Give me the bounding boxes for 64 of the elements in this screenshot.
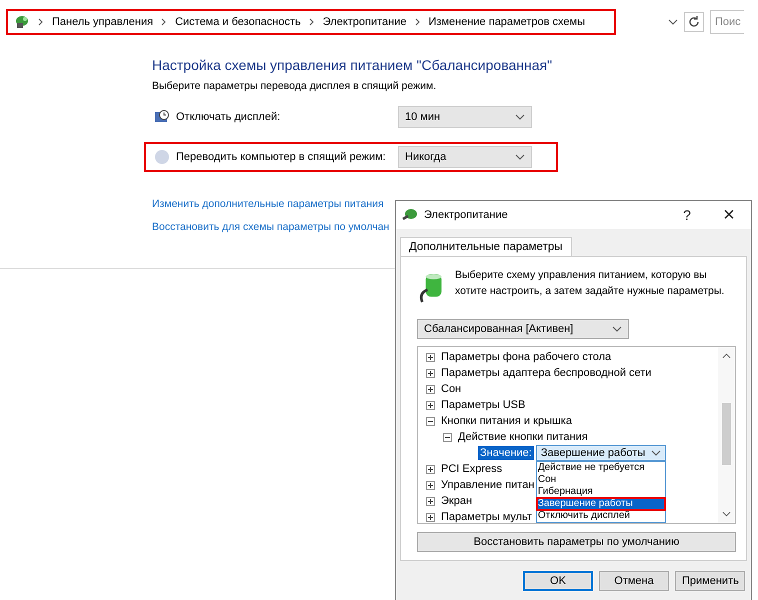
monitor-clock-icon (154, 109, 170, 125)
tree-item[interactable]: Параметры фона рабочего стола (441, 351, 612, 363)
collapse-icon[interactable] (443, 432, 452, 442)
restore-defaults-button[interactable]: Восстановить параметры по умолчанию (417, 532, 736, 552)
value-dropdown[interactable]: Завершение работы (536, 445, 666, 461)
tree-item[interactable]: PCI Express (441, 463, 502, 475)
chevron-icon (414, 18, 421, 26)
chevron-down-icon (515, 154, 525, 160)
scheme-dropdown[interactable]: Сбалансированная [Активен] (417, 319, 629, 339)
value-label: Значение: (478, 446, 534, 460)
tree-item[interactable]: Параметры адаптера беспроводной сети (441, 367, 652, 379)
tree-item[interactable]: Управление питан (441, 479, 534, 491)
dropdown-option[interactable]: Сон (536, 474, 665, 486)
expand-icon[interactable] (426, 368, 435, 378)
expand-icon[interactable] (426, 512, 435, 522)
expand-icon[interactable] (426, 480, 435, 490)
dropdown-option[interactable]: Гибернация (536, 486, 665, 498)
search-field[interactable]: Поис (710, 10, 744, 34)
scrollbar[interactable] (718, 347, 735, 523)
breadcrumb-item[interactable]: Панель управления (52, 16, 154, 28)
refresh-icon[interactable] (684, 12, 704, 32)
dialog-button[interactable]: OK (523, 571, 593, 591)
chevron-icon (308, 18, 315, 26)
page-title: Настройка схемы управления питанием "Сбалансированная" (152, 57, 554, 73)
help-button[interactable]: ? (669, 207, 705, 223)
chevron-icon (161, 18, 168, 26)
expand-icon[interactable] (426, 352, 435, 362)
dropdown-chevron-icon[interactable] (668, 19, 678, 25)
chevron-down-icon (515, 114, 525, 120)
collapse-icon[interactable] (426, 416, 435, 426)
breadcrumb-item[interactable]: Система и безопасность (175, 16, 301, 28)
setting-dropdown[interactable]: 10 мин (398, 106, 532, 128)
tree-item[interactable]: Кнопки питания и крышка (441, 415, 572, 427)
setting-label: Отключать дисплей: (176, 111, 282, 123)
dropdown-option[interactable]: Завершение работы (536, 498, 665, 510)
chevron-icon (38, 18, 44, 26)
expand-icon[interactable] (426, 464, 435, 474)
expand-icon[interactable] (426, 496, 435, 506)
chevron-down-icon (650, 450, 661, 456)
close-button[interactable]: × (711, 204, 747, 226)
scroll-down-icon[interactable] (722, 511, 731, 517)
tree-item[interactable]: Параметры USB (441, 399, 526, 411)
breadcrumb-item[interactable]: Изменение параметров схемы (428, 16, 585, 28)
dialog-title: Электропитание (424, 209, 509, 221)
setting-label: Переводить компьютер в спящий режим: (176, 151, 387, 163)
scrollbar-thumb[interactable] (722, 403, 731, 465)
expand-icon[interactable] (426, 400, 435, 410)
breadcrumb-item[interactable]: Электропитание (322, 16, 407, 28)
dropdown-option[interactable]: Действие не требуется (536, 462, 665, 474)
chevron-down-icon (612, 326, 622, 332)
dialog-button[interactable]: Отмена (599, 571, 669, 591)
expand-icon[interactable] (426, 384, 435, 394)
dropdown-option[interactable]: Отключить дисплей (536, 510, 665, 522)
tree-item[interactable]: Сон (441, 383, 462, 395)
tree-item[interactable]: Экран (441, 495, 472, 507)
tree-item[interactable]: Параметры мульт (441, 511, 532, 523)
instruction-text: Выберите схему управления питанием, которую вы хотите настроить, а затем задайте нужные параметры. (455, 268, 726, 299)
page-subtitle: Выберите параметры перевода дисплея в спящий режим. (152, 80, 438, 92)
tree-item[interactable]: Действие кнопки питания (458, 431, 588, 443)
setting-dropdown[interactable]: Никогда (398, 146, 532, 168)
scroll-up-icon[interactable] (722, 353, 731, 359)
address-bar[interactable]: Панель управления Система и безопасность Электропитание Изменение параметров схемы (6, 9, 616, 35)
dialog-button[interactable]: Применить (675, 571, 745, 591)
tab[interactable]: Дополнительные параметры (400, 237, 572, 256)
